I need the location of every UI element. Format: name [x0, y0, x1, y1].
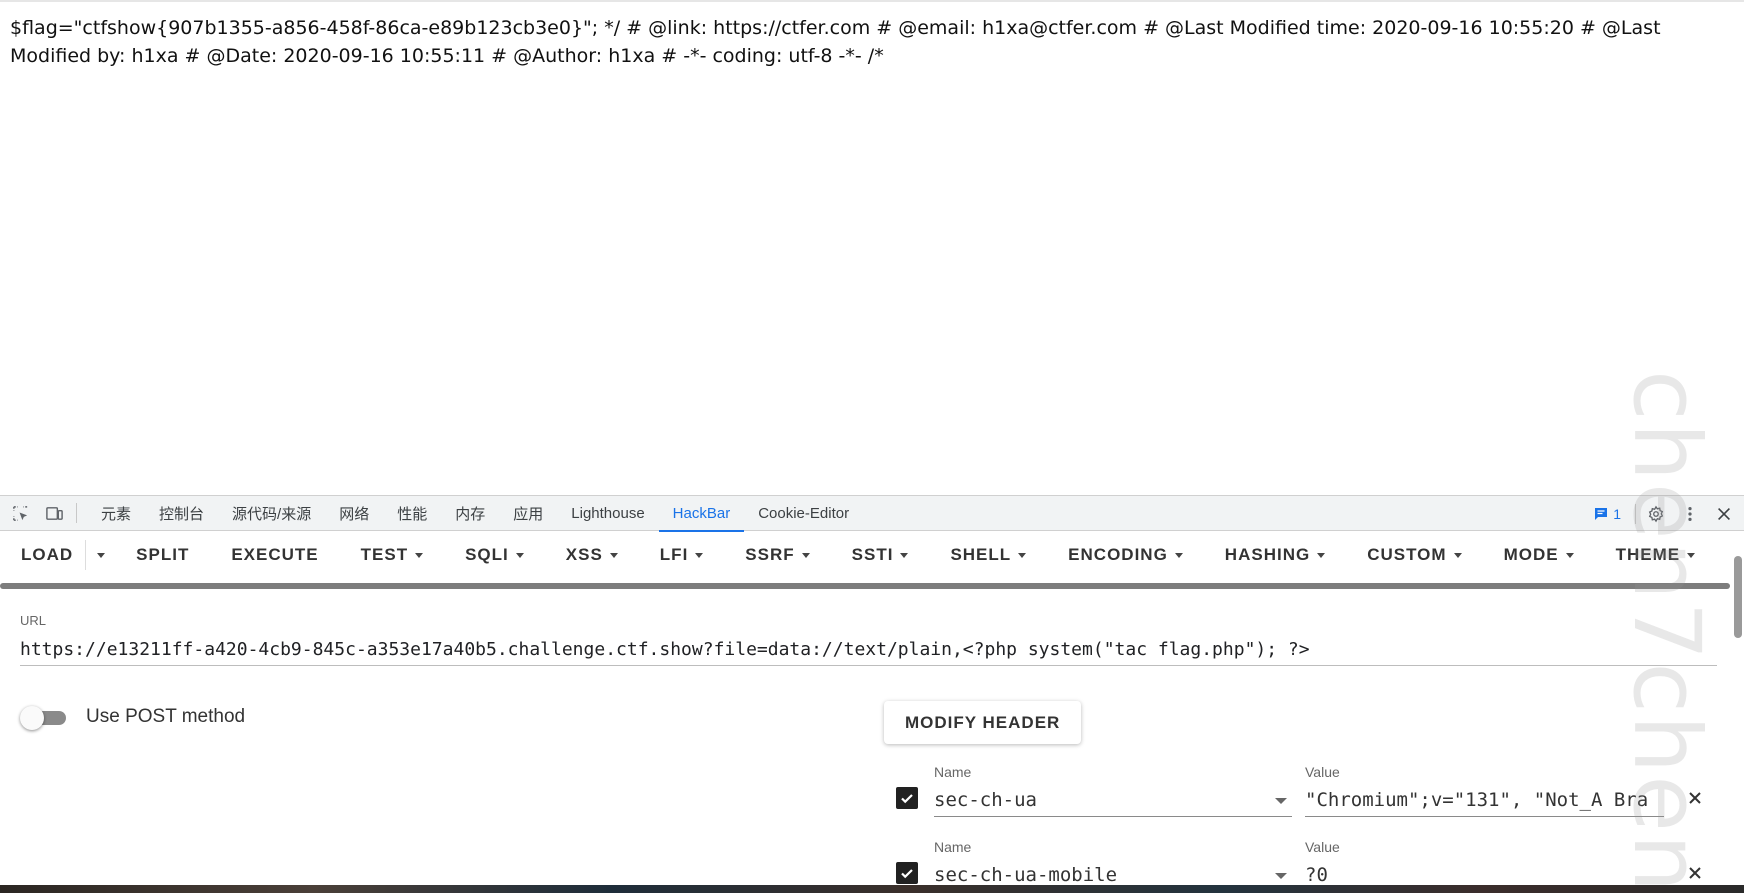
custom-menu-label: CUSTOM [1367, 545, 1447, 564]
panel-vertical-scrollbar[interactable] [1734, 556, 1742, 638]
execute-button[interactable]: EXECUTE [210, 537, 339, 573]
close-devtools-icon[interactable] [1710, 500, 1738, 528]
page-content: $flag="ctfshow{907b1355-a856-458f-86ca-e… [0, 0, 1744, 495]
tab-lighthouse[interactable]: Lighthouse [557, 496, 658, 531]
ssrf-menu-label: SSRF [745, 545, 795, 564]
message-icon [1595, 507, 1608, 520]
chevron-down-icon [96, 552, 105, 558]
ssti-menu-label: SSTI [851, 545, 894, 564]
tab-memory[interactable]: 内存 [441, 496, 499, 531]
header-name-input[interactable] [934, 784, 1292, 817]
checkmark-icon [901, 869, 913, 879]
chevron-down-icon [1317, 552, 1326, 558]
more-options-icon[interactable] [1676, 500, 1704, 528]
header-value-label: Value [1305, 764, 1340, 780]
encoding-menu-button[interactable]: ENCODING [1047, 537, 1204, 573]
toolbar-divider [76, 503, 77, 523]
chevron-down-icon[interactable] [1275, 873, 1287, 879]
sqli-menu-button[interactable]: SQLI [444, 537, 545, 573]
theme-menu-button[interactable]: THEME [1595, 537, 1717, 573]
theme-menu-label: THEME [1615, 545, 1681, 564]
chevron-down-icon [1453, 552, 1462, 558]
header-enabled-checkbox[interactable] [896, 787, 918, 809]
messages-count: 1 [1613, 505, 1621, 522]
chevron-down-icon [515, 552, 524, 558]
load-button[interactable]: LOAD [0, 537, 85, 573]
header-value-label: Value [1305, 839, 1340, 855]
devtools-tab-bar: 元素 控制台 源代码/来源 网络 性能 内存 应用 Lighthouse Hac… [0, 496, 1744, 532]
remove-header-icon[interactable] [1685, 788, 1705, 808]
taskbar-strip [0, 885, 1744, 893]
url-input[interactable] [20, 633, 1717, 666]
tab-elements[interactable]: 元素 [87, 496, 145, 531]
shell-menu-button[interactable]: SHELL [929, 537, 1047, 573]
page-output-text: $flag="ctfshow{907b1355-a856-458f-86ca-e… [10, 17, 1661, 67]
header-value-input[interactable] [1305, 784, 1664, 817]
header-row: Name Value [896, 764, 1710, 826]
sqli-menu-label: SQLI [465, 545, 509, 564]
header-enabled-checkbox[interactable] [896, 862, 918, 884]
toolbar-divider [1635, 503, 1636, 524]
custom-menu-button[interactable]: CUSTOM [1346, 537, 1482, 573]
switch-knob [20, 706, 44, 730]
chevron-down-icon [1565, 552, 1574, 558]
inspect-element-icon[interactable] [6, 499, 34, 527]
mode-menu-button[interactable]: MODE [1483, 537, 1595, 573]
chevron-down-icon [1174, 552, 1183, 558]
device-toolbar-icon[interactable] [40, 499, 68, 527]
xss-menu-button[interactable]: XSS [545, 537, 639, 573]
devtools-panel: 元素 控制台 源代码/来源 网络 性能 内存 应用 Lighthouse Hac… [0, 495, 1744, 892]
mode-menu-label: MODE [1503, 545, 1559, 564]
split-button[interactable]: SPLIT [115, 537, 210, 573]
tab-console[interactable]: 控制台 [145, 496, 218, 531]
post-method-toggle[interactable]: Use POST method [20, 706, 246, 730]
chevron-down-icon [801, 552, 810, 558]
hashing-menu-button[interactable]: HASHING [1204, 537, 1346, 573]
shell-menu-label: SHELL [950, 545, 1012, 564]
lfi-menu-button[interactable]: LFI [639, 537, 725, 573]
tab-application[interactable]: 应用 [499, 496, 557, 531]
lfi-menu-label: LFI [659, 545, 689, 564]
xss-menu-label: XSS [565, 545, 603, 564]
url-label: URL [20, 613, 47, 628]
post-method-label: Use POST method [86, 706, 246, 727]
ssti-menu-button[interactable]: SSTI [831, 537, 930, 573]
tab-performance[interactable]: 性能 [383, 496, 441, 531]
post-method-switch[interactable] [20, 706, 68, 730]
tab-cookie-editor[interactable]: Cookie-Editor [744, 496, 863, 531]
chevron-down-icon[interactable] [1275, 798, 1287, 804]
test-menu-label: TEST [360, 545, 409, 564]
devtools-right-controls: 1 [1585, 496, 1738, 531]
tab-hackbar[interactable]: HackBar [658, 496, 745, 532]
toolbar-horizontal-scrollbar[interactable] [0, 583, 1730, 589]
messages-counter[interactable]: 1 [1585, 506, 1629, 522]
tab-sources[interactable]: 源代码/来源 [218, 496, 325, 531]
encoding-menu-label: ENCODING [1068, 545, 1168, 564]
ssrf-menu-button[interactable]: SSRF [724, 537, 830, 573]
hackbar-toolbar: LOAD SPLIT EXECUTE TEST SQLI XSS LFI SSR… [0, 532, 1744, 578]
load-options-dropdown[interactable] [85, 540, 115, 570]
chevron-down-icon [900, 552, 909, 558]
chevron-down-icon [415, 552, 424, 558]
modify-header-button[interactable]: MODIFY HEADER [884, 701, 1082, 744]
header-name-label: Name [934, 839, 972, 855]
chevron-down-icon [1687, 552, 1696, 558]
tab-network[interactable]: 网络 [325, 496, 383, 531]
remove-header-icon[interactable] [1685, 863, 1705, 883]
header-name-label: Name [934, 764, 972, 780]
chevron-down-icon [609, 552, 618, 558]
chevron-down-icon [695, 552, 704, 558]
test-menu-button[interactable]: TEST [340, 537, 444, 573]
checkmark-icon [901, 794, 913, 804]
hashing-menu-label: HASHING [1224, 545, 1311, 564]
chevron-down-icon [1018, 552, 1027, 558]
settings-gear-icon[interactable] [1642, 500, 1670, 528]
